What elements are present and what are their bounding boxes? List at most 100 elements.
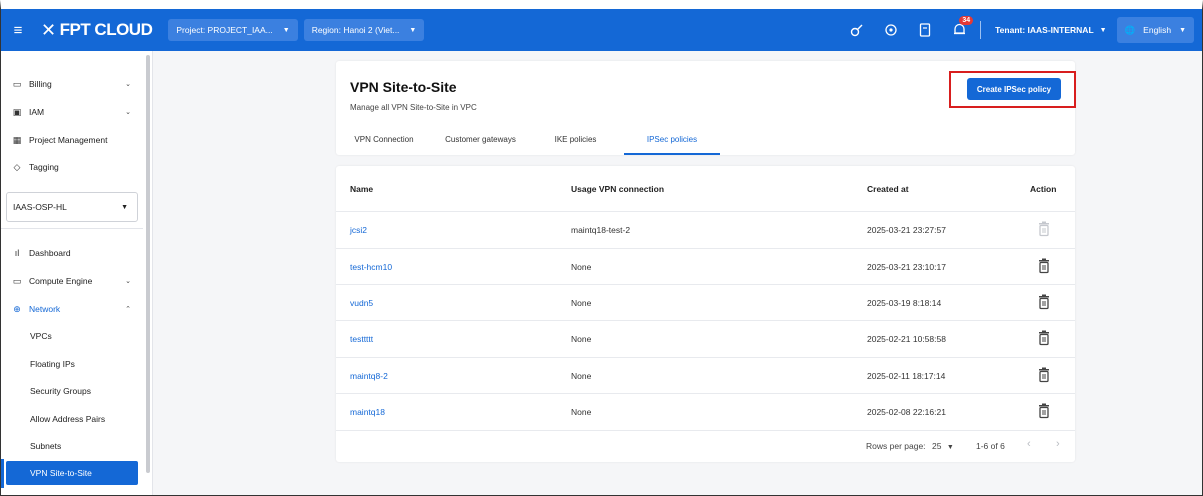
region-select[interactable]: Region: Hanoi 2 (Viet... ▼	[303, 19, 425, 41]
tab-ike-policies[interactable]: IKE policies	[548, 135, 603, 155]
sidebar-item-billing[interactable]: ▭ Billing ⌄	[1, 72, 143, 96]
column-header-usage[interactable]: Usage VPN connection	[571, 184, 664, 194]
column-header-action: Action	[1030, 184, 1057, 194]
billing-icon: ▭	[12, 78, 22, 89]
policy-name-link[interactable]: jcsi2	[350, 225, 367, 235]
chevron-down-icon: ▼	[1099, 26, 1107, 34]
sidebar-item-label: Billing	[29, 79, 52, 89]
policy-name-link[interactable]: vudn5	[350, 298, 373, 308]
tab-customer-gateways[interactable]: Customer gateways	[438, 135, 523, 155]
policy-name-link[interactable]: maintq18	[350, 407, 385, 417]
table-row: maintq18 None 2025-02-08 22:16:21	[336, 393, 1075, 430]
language-select[interactable]: 🌐 English ▼	[1116, 17, 1194, 43]
created-at-cell: 2025-03-21 23:10:17	[867, 262, 946, 272]
sidebar-item-label: Compute Engine	[29, 276, 93, 286]
delete-icon[interactable]	[1038, 403, 1050, 419]
chevron-up-icon: ⌃	[125, 306, 131, 313]
sidebar-item-project-management[interactable]: ▦ Project Management	[1, 128, 143, 152]
dashboard-icon: ıl	[14, 248, 20, 258]
project-select-label: Project: PROJECT_IAA...	[176, 25, 273, 35]
sidebar-item-network[interactable]: ⊕ Network ⌃	[1, 297, 143, 321]
sidebar-item-label: Tagging	[29, 162, 59, 172]
project-selector-label: IAAS-OSP-HL	[13, 202, 67, 212]
policy-name-link[interactable]: maintq8-2	[350, 371, 388, 381]
sidebar-item-iam[interactable]: ▣ IAM ⌄	[1, 100, 143, 124]
chevron-down-icon: ▼	[1179, 26, 1186, 34]
sidebar-item-security-groups[interactable]: Security Groups	[1, 379, 143, 403]
table-row: test-hcm10 None 2025-03-21 23:10:17	[336, 248, 1075, 285]
topbar-right: 34 Tenant: IAAS-INTERNAL ▼ 🌐 English ▼	[840, 9, 1202, 51]
created-at-cell: 2025-03-21 23:27:57	[867, 225, 946, 235]
sidebar-scrollbar[interactable]	[146, 55, 150, 473]
chevron-down-icon: ▼	[409, 26, 417, 34]
tab-ipsec-policies[interactable]: IPSec policies	[624, 135, 720, 155]
tenant-select[interactable]: Tenant: IAAS-INTERNAL ▼	[989, 25, 1116, 35]
delete-icon[interactable]	[1038, 294, 1050, 310]
tag-icon: ◇	[13, 161, 21, 172]
top-bar: ≡ ✕ FPT CLOUD Project: PROJECT_IAA... ▼ …	[1, 9, 1202, 51]
active-indicator	[1, 459, 4, 488]
tenant-label: Tenant: IAAS-INTERNAL	[995, 25, 1094, 35]
delete-icon[interactable]	[1038, 330, 1050, 346]
created-at-cell: 2025-02-21 10:58:58	[867, 334, 946, 344]
tab-vpn-connection[interactable]: VPN Connection	[353, 135, 415, 155]
previous-page-icon[interactable]: ‹	[1027, 438, 1031, 450]
create-ipsec-policy-button[interactable]: Create IPSec policy	[967, 78, 1061, 100]
page-title: VPN Site-to-Site	[350, 79, 457, 95]
app-window: ≡ ✕ FPT CLOUD Project: PROJECT_IAA... ▼ …	[0, 0, 1203, 496]
project-select[interactable]: Project: PROJECT_IAA... ▼	[168, 19, 298, 41]
table-row: vudn5 None 2025-03-19 8:18:14	[336, 284, 1075, 321]
rows-per-page-select[interactable]: 25 ▼	[932, 441, 954, 451]
usage-cell: None	[571, 262, 592, 272]
language-label: English	[1143, 25, 1172, 35]
sidebar-item-tagging[interactable]: ◇ Tagging	[1, 155, 143, 179]
network-icon: ⊕	[13, 303, 21, 314]
created-at-cell: 2025-02-08 22:16:21	[867, 407, 946, 417]
sidebar-item-dashboard[interactable]: ıl Dashboard	[1, 241, 143, 265]
fpt-logo-icon: ✕	[41, 19, 56, 40]
column-header-name[interactable]: Name	[350, 184, 373, 194]
delete-icon[interactable]	[1038, 258, 1050, 274]
project-selector[interactable]: IAAS-OSP-HL ▼	[6, 192, 138, 222]
sidebar-item-vpcs[interactable]: VPCs	[1, 324, 143, 348]
sidebar-item-label: Allow Address Pairs	[30, 414, 106, 424]
sidebar-item-allow-address-pairs[interactable]: Allow Address Pairs	[1, 407, 143, 431]
table-row: testtttt None 2025-02-21 10:58:58	[336, 320, 1075, 357]
usage-cell: None	[571, 371, 592, 381]
project-icon: ▦	[12, 134, 22, 145]
document-icon[interactable]	[908, 23, 942, 37]
chevron-down-icon: ▼	[282, 26, 290, 34]
created-at-cell: 2025-03-19 8:18:14	[867, 298, 942, 308]
policy-name-link[interactable]: test-hcm10	[350, 262, 392, 272]
logo-text: FPT CLOUD	[59, 20, 153, 39]
next-page-icon[interactable]: ›	[1056, 438, 1060, 450]
ipsec-policies-table: Name Usage VPN connection Created at Act…	[336, 166, 1075, 462]
rows-per-page-label: Rows per page:	[866, 441, 926, 451]
sidebar-item-label: VPCs	[30, 331, 52, 341]
policy-name-link[interactable]: testtttt	[350, 334, 373, 344]
globe-icon: 🌐	[1124, 24, 1136, 35]
delete-icon[interactable]	[1038, 221, 1050, 237]
support-chat-icon[interactable]	[874, 23, 908, 37]
sidebar-item-vpn-site-to-site[interactable]: VPN Site-to-Site	[6, 461, 138, 485]
sidebar-item-subnets[interactable]: Subnets	[1, 434, 143, 458]
page-header-card: VPN Site-to-Site Manage all VPN Site-to-…	[336, 61, 1076, 155]
table-pagination: Rows per page: 25 ▼ 1-6 of 6 ‹ ›	[336, 430, 1075, 462]
pagination-range: 1-6 of 6	[976, 441, 1005, 451]
region-select-label: Region: Hanoi 2 (Viet...	[311, 25, 400, 35]
divider	[980, 21, 982, 39]
usage-cell: None	[571, 407, 592, 417]
chevron-down-icon: ⌄	[125, 278, 131, 285]
key-icon[interactable]	[840, 23, 874, 37]
logo[interactable]: ✕ FPT CLOUD	[41, 19, 153, 41]
column-header-created-at[interactable]: Created at	[867, 184, 909, 194]
notification-bell-icon[interactable]: 34	[942, 16, 976, 37]
delete-icon[interactable]	[1038, 367, 1050, 383]
rows-per-page-value: 25	[932, 441, 942, 451]
sidebar: ▭ Billing ⌄ ▣ IAM ⌄ ▦ Project Management…	[1, 51, 153, 495]
sidebar-item-label: Subnets	[30, 441, 62, 451]
sidebar-item-floating-ips[interactable]: Floating IPs	[1, 352, 143, 376]
iam-icon: ▣	[12, 106, 22, 117]
menu-icon[interactable]: ≡	[1, 9, 35, 51]
sidebar-item-compute-engine[interactable]: ▭ Compute Engine ⌄	[1, 269, 143, 293]
